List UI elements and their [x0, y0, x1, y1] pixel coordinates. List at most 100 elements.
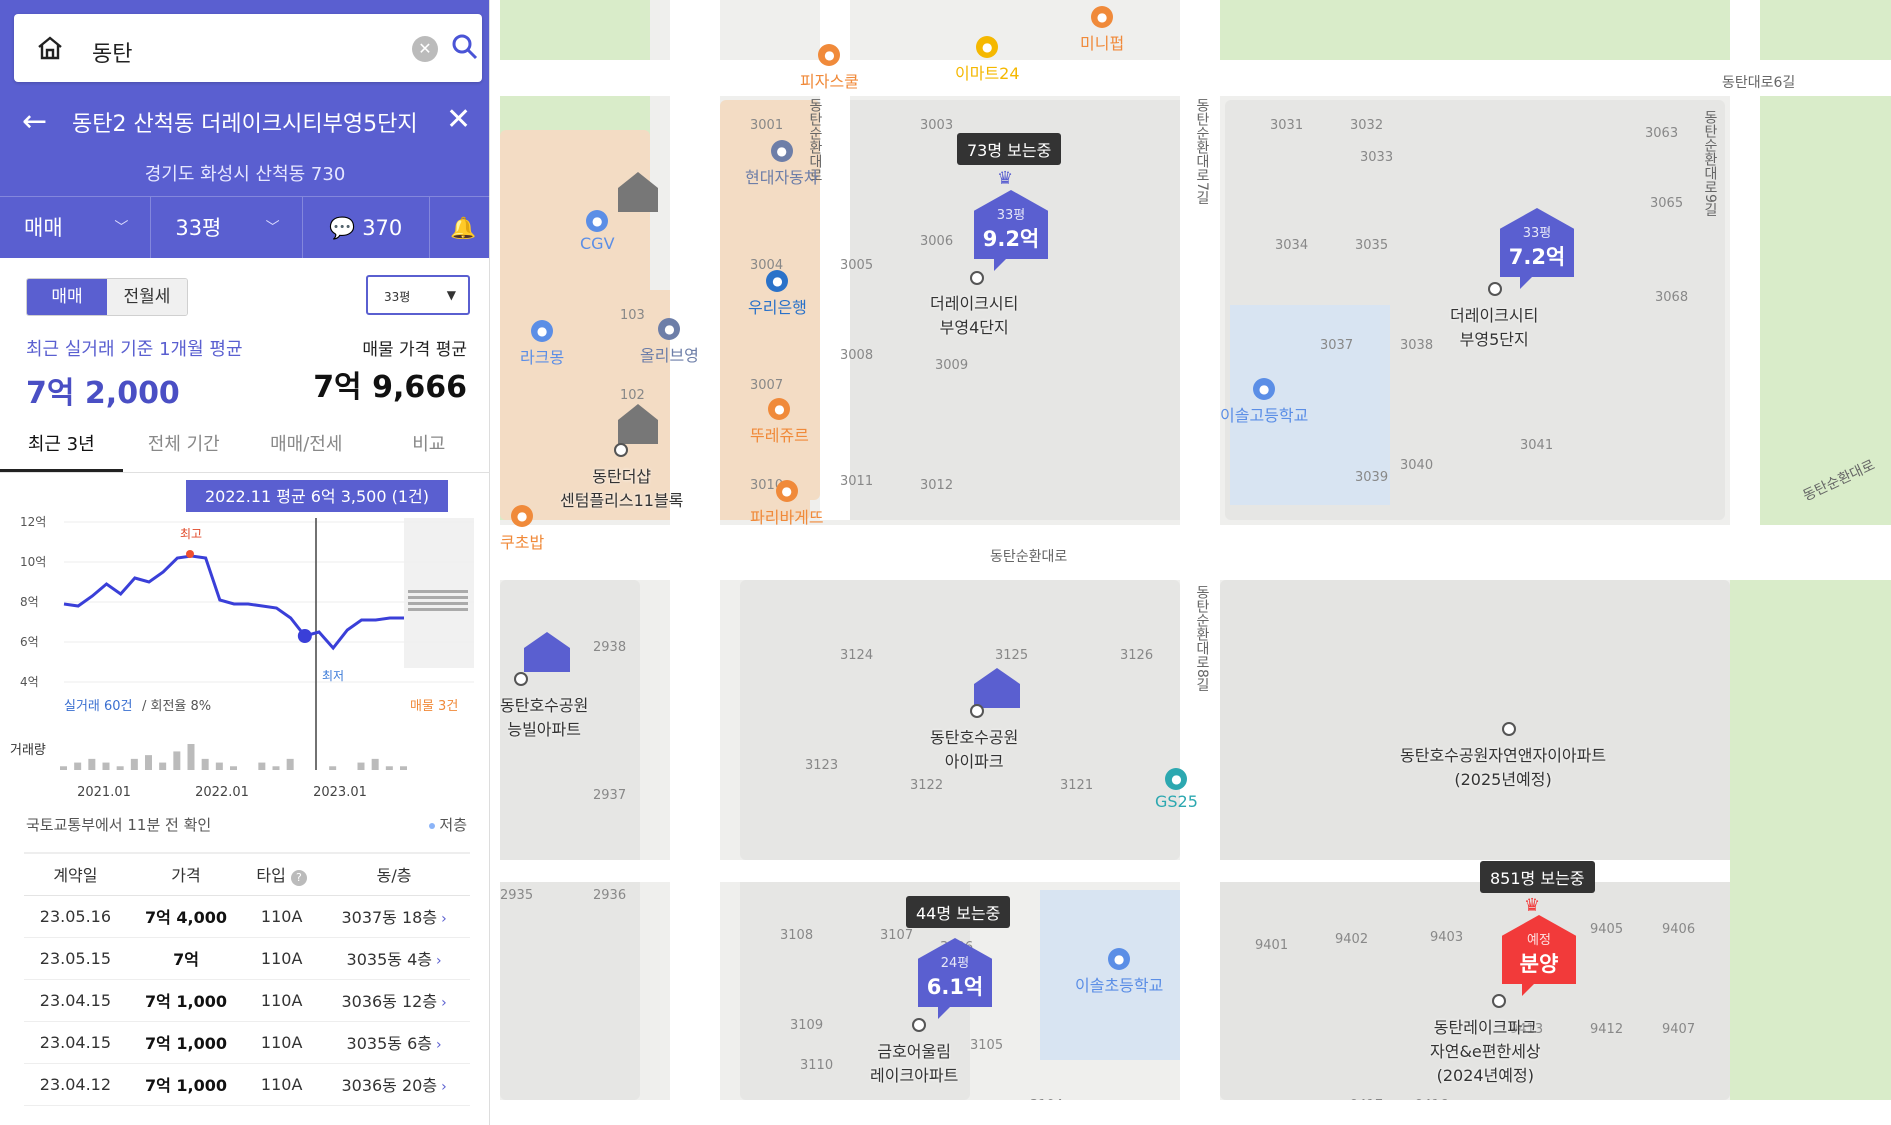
tab-compare[interactable]: 비교: [368, 425, 491, 472]
block-number: 2936: [593, 888, 627, 903]
marker-size: 24평: [940, 956, 970, 971]
x-tick-label: 2022.01: [195, 785, 249, 800]
volume-label: 거래량: [10, 743, 46, 758]
block-number: 9412: [1590, 1022, 1624, 1037]
chevron-right-icon[interactable]: ›: [441, 1079, 447, 1095]
chevron-right-icon[interactable]: ›: [441, 911, 447, 927]
tab-recent-3y[interactable]: 최근 3년: [0, 425, 123, 472]
alarm-button[interactable]: 🔔: [430, 197, 490, 258]
presale-marker[interactable]: 예정 분양: [1502, 915, 1576, 996]
table-row[interactable]: 23.05.16 7억 4,000 110A 3037동 18층 ›: [24, 895, 470, 938]
poi-label: 피자스쿨: [800, 72, 859, 91]
poi-GS25[interactable]: ● GS25: [1155, 768, 1198, 811]
block-number: 3108: [780, 928, 814, 943]
complex-label[interactable]: 금호어울림 레이크아파트: [870, 1038, 958, 1086]
block-number: 3038: [1400, 338, 1434, 353]
block-number: 9416: [1415, 1098, 1448, 1100]
comments-button[interactable]: 💬 370: [303, 197, 430, 258]
jeonse-toggle[interactable]: 전월세: [107, 279, 187, 315]
chevron-down-icon: ﹀: [265, 220, 280, 236]
poi-파리바게뜨[interactable]: ● 파리바게뜨: [750, 480, 824, 528]
table-row[interactable]: 23.04.15 7억 1,000 110A 3036동 12층 ›: [24, 979, 470, 1022]
price-marker-geumho[interactable]: 24평 6.1억: [918, 938, 992, 1019]
poi-icon: ●: [1108, 948, 1131, 970]
y-tick-label: 8억: [20, 595, 39, 609]
search-box[interactable]: 동탄 ✕: [14, 14, 482, 82]
size-dropdown[interactable]: 33평 ▼: [366, 275, 470, 315]
block-number: 9406: [1662, 922, 1696, 937]
bell-icon: 🔔: [449, 216, 477, 240]
map-view[interactable]: 동탄대로6길 동탄순환대로 동탄순환대로7길 동탄순환대로8길 동탄순환대로 동…: [500, 0, 1891, 1100]
recent-avg-value: 7억 2,000: [26, 376, 180, 411]
help-icon[interactable]: ?: [290, 870, 307, 887]
poi-icon: ●: [775, 480, 798, 502]
table-row[interactable]: 23.05.15 7억 110A 3035동 4층 ›: [24, 937, 470, 980]
crown-icon: ♛: [997, 168, 1014, 189]
poi-우리은행[interactable]: ● 우리은행: [748, 270, 807, 318]
listing-avg-label: 매물 가격 평균: [362, 340, 467, 360]
poi-이솔초등학교[interactable]: ● 이솔초등학교: [1075, 948, 1163, 996]
complex-label[interactable]: 동탄호수공원 능빌아파트: [500, 692, 588, 740]
poi-label: 이솔초등학교: [1075, 976, 1164, 995]
title-bar: ← 동탄2 산척동 더레이크시티부영5단지 ✕: [0, 100, 490, 144]
complex-label[interactable]: 더레이크시티 부영4단지: [930, 290, 1018, 338]
complex-label[interactable]: 더레이크시티 부영5단지: [1450, 302, 1538, 350]
apartment-pin-icon: [514, 672, 528, 686]
legend-dot: [429, 822, 436, 829]
period-tabs: 최근 3년 전체 기간 매매/전세 비교: [0, 425, 490, 473]
cell-price: 7억 1,000: [126, 979, 246, 1022]
poi-올리브영[interactable]: ● 올리브영: [640, 318, 699, 366]
block-number: 3040: [1400, 458, 1434, 473]
poi-쿠초밥[interactable]: ● 쿠초밥: [500, 505, 544, 553]
poi-뚜레쥬르[interactable]: ● 뚜레쥬르: [750, 398, 809, 446]
complex-label[interactable]: 동탄더샵 센텀플리스11블록: [560, 463, 683, 511]
comment-icon: 💬: [329, 216, 356, 240]
trade-type-select[interactable]: 매매 ﹀: [0, 197, 152, 258]
search-icon[interactable]: [450, 32, 480, 62]
poi-CGV[interactable]: ● CGV: [580, 210, 615, 253]
tab-sale-jeonse[interactable]: 매매/전세: [245, 425, 368, 472]
complex-label[interactable]: 동탄레이크파크 자연&e편한세상 (2024년예정): [1430, 1014, 1541, 1086]
price-marker-bukyoung4[interactable]: 33평 9.2억: [974, 190, 1048, 271]
close-icon[interactable]: ✕: [446, 102, 471, 137]
block-number: 3005: [840, 258, 874, 273]
poi-현대자동차[interactable]: ● 현대자동차: [745, 140, 819, 188]
poi-이솔고등학교[interactable]: ● 이솔고등학교: [1220, 378, 1308, 426]
tab-all-period[interactable]: 전체 기간: [123, 425, 246, 472]
table-row[interactable]: 23.04.15 7억 1,000 110A 3035동 6층 ›: [24, 1021, 470, 1064]
table-row[interactable]: 23.04.12 7억 1,000 110A 3036동 20층 ›: [24, 1063, 470, 1106]
search-input[interactable]: 동탄: [92, 36, 132, 68]
complex-label[interactable]: 동탄호수공원 아이파크: [930, 724, 1018, 772]
chevron-right-icon[interactable]: ›: [436, 953, 442, 969]
viewers-bubble: 73명 보는중: [957, 133, 1062, 165]
clear-icon[interactable]: ✕: [412, 36, 438, 62]
home-icon[interactable]: [36, 34, 64, 62]
chevron-right-icon[interactable]: ›: [436, 1037, 442, 1053]
price-marker-bukyoung5[interactable]: 33평 7.2억: [1500, 208, 1574, 289]
cell-dong-floor: 3036동 20층 ›: [318, 1063, 470, 1106]
block-number: 3008: [840, 348, 874, 363]
price-chart[interactable]: 12억 10억 8억 6억 4억 최고 최저 2022.11 평균 6억 3,500 (…: [0, 478, 490, 808]
block-number: 3121: [1060, 778, 1094, 793]
trade-count: 실거래 60건: [64, 699, 133, 714]
complex-label[interactable]: 동탄호수공원자연앤자이아파트 (2025년예정): [1400, 742, 1606, 790]
poi-라크몽[interactable]: ● 라크몽: [520, 320, 564, 368]
back-icon[interactable]: ←: [22, 104, 47, 140]
volume-bar: [230, 766, 237, 770]
apartment-block: [500, 580, 640, 1100]
marker-tag: 예정: [1527, 933, 1551, 948]
sale-toggle[interactable]: 매매: [27, 279, 107, 315]
cell-dong-floor: 3036동 12층 ›: [318, 979, 470, 1022]
poi-미니펍[interactable]: ● 미니펍: [1080, 6, 1124, 54]
cell-date: 23.05.16: [24, 895, 127, 938]
y-tick-label: 12억: [20, 515, 46, 529]
chevron-right-icon[interactable]: ›: [441, 995, 447, 1011]
poi-icon: ●: [770, 140, 793, 162]
poi-피자스쿨[interactable]: ● 피자스쿨: [800, 44, 859, 92]
size-select[interactable]: 33평 ﹀: [151, 197, 303, 258]
block-number: 2938: [593, 640, 627, 655]
volume-bar: [329, 766, 337, 770]
poi-icon: ●: [531, 320, 554, 342]
block-number: 3041: [1520, 438, 1554, 453]
poi-이마트24[interactable]: ● 이마트24: [955, 36, 1020, 84]
